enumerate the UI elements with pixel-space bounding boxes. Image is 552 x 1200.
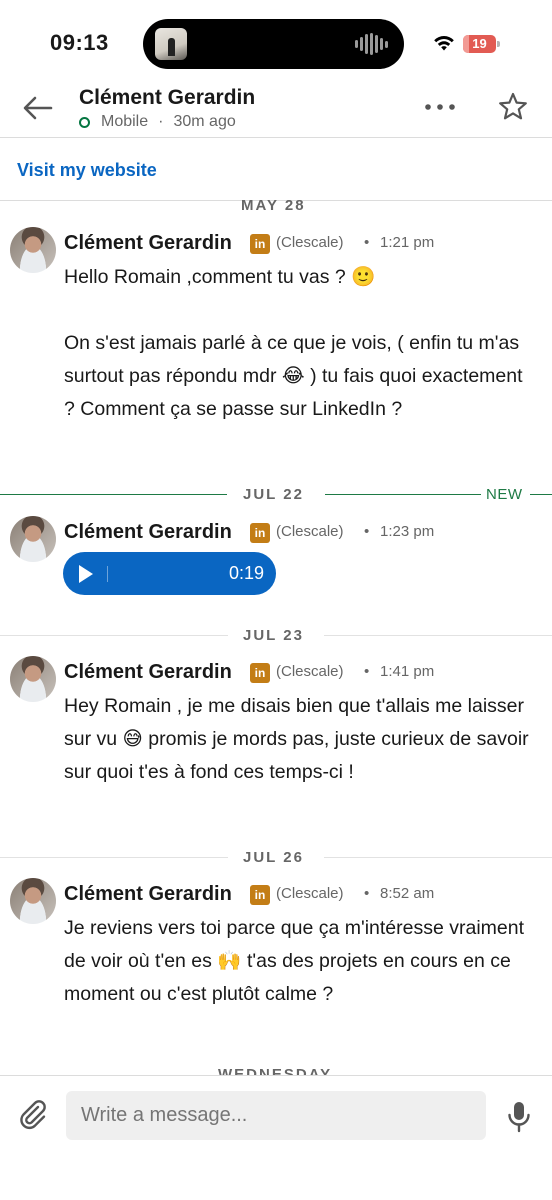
compose-bar bbox=[0, 1075, 552, 1200]
message-time: 8:52 am bbox=[380, 885, 435, 902]
dynamic-island[interactable] bbox=[143, 19, 404, 69]
message-body: Hello Romain ,comment tu vas ? 🙂 On s'es… bbox=[64, 261, 534, 426]
sender-alias: (Clescale) bbox=[276, 523, 344, 540]
sender-alias: (Clescale) bbox=[276, 234, 344, 251]
battery-level: 19 bbox=[472, 36, 487, 51]
new-messages-label: NEW bbox=[486, 486, 523, 503]
date-label: JUL 23 bbox=[243, 627, 304, 644]
contact-name[interactable]: Clément Gerardin bbox=[79, 86, 255, 110]
date-separator-may28: MAY 28 bbox=[0, 197, 552, 218]
date-label: JUL 26 bbox=[243, 849, 304, 866]
voice-progress-bar[interactable] bbox=[107, 566, 108, 582]
presence-last-seen: 30m ago bbox=[173, 113, 236, 130]
message-paragraph: Hey Romain , je me disais bien que t'all… bbox=[64, 695, 529, 783]
voice-message-player[interactable]: 0:19 bbox=[63, 552, 276, 595]
meta-separator: • bbox=[364, 234, 370, 251]
linkedin-premium-badge-icon: in bbox=[250, 663, 270, 683]
online-status-icon bbox=[79, 116, 90, 128]
presence-status: Mobile · 30m ago bbox=[79, 113, 236, 131]
avatar[interactable] bbox=[10, 516, 56, 562]
presence-separator: · bbox=[158, 113, 164, 130]
voice-duration: 0:19 bbox=[228, 563, 264, 583]
date-label: MAY 28 bbox=[241, 197, 306, 214]
status-bar: 09:13 19 bbox=[0, 0, 552, 88]
visit-website-link[interactable]: Visit my website bbox=[17, 160, 157, 181]
message-body: Je reviens vers toi parce que ça m'intér… bbox=[64, 912, 534, 1011]
message-time: 1:21 pm bbox=[380, 234, 435, 251]
avatar[interactable] bbox=[10, 656, 56, 702]
sender-alias: (Clescale) bbox=[276, 663, 344, 680]
linkedin-premium-badge-icon: in bbox=[250, 523, 270, 543]
message-body: Hey Romain , je me disais bien que t'all… bbox=[64, 690, 534, 789]
conversation-header: Clément Gerardin Mobile · 30m ago bbox=[0, 80, 552, 138]
message-paragraph: Je reviens vers toi parce que ça m'intér… bbox=[64, 917, 525, 1005]
audio-waveform-icon bbox=[355, 33, 388, 55]
message-time: 1:23 pm bbox=[380, 523, 435, 540]
date-separator-jul22: JUL 22 NEW bbox=[0, 484, 552, 504]
battery-indicator: 19 bbox=[463, 35, 496, 53]
wifi-icon bbox=[434, 36, 454, 51]
now-playing-artwork bbox=[155, 28, 187, 60]
more-icon[interactable] bbox=[423, 100, 457, 114]
star-icon[interactable] bbox=[497, 91, 529, 123]
presence-device: Mobile bbox=[101, 113, 149, 130]
message-time: 1:41 pm bbox=[380, 663, 435, 680]
play-icon[interactable] bbox=[79, 565, 93, 583]
date-separator-jul23: JUL 23 bbox=[0, 625, 552, 645]
meta-separator: • bbox=[364, 523, 370, 540]
avatar[interactable] bbox=[10, 227, 56, 273]
battery-fill bbox=[463, 35, 470, 53]
paperclip-icon[interactable] bbox=[16, 1098, 50, 1132]
sender-name[interactable]: Clément Gerardin bbox=[64, 232, 232, 255]
date-label: JUL 22 bbox=[243, 486, 304, 503]
sender-name[interactable]: Clément Gerardin bbox=[64, 521, 232, 544]
linkedin-premium-badge-icon: in bbox=[250, 885, 270, 905]
linkedin-premium-badge-icon: in bbox=[250, 234, 270, 254]
sender-alias: (Clescale) bbox=[276, 885, 344, 902]
message-paragraph: Hello Romain ,comment tu vas ? 🙂 bbox=[64, 266, 376, 288]
sender-name[interactable]: Clément Gerardin bbox=[64, 883, 232, 906]
message-paragraph: On s'est jamais parlé à ce que je vois, … bbox=[64, 332, 523, 420]
date-separator-jul26: JUL 26 bbox=[0, 847, 552, 867]
meta-separator: • bbox=[364, 663, 370, 680]
status-time: 09:13 bbox=[50, 30, 109, 55]
header-divider bbox=[0, 137, 552, 138]
back-arrow-icon[interactable] bbox=[18, 92, 58, 124]
battery-nub bbox=[497, 41, 500, 47]
meta-separator: • bbox=[364, 885, 370, 902]
microphone-icon[interactable] bbox=[506, 1100, 532, 1134]
sender-name[interactable]: Clément Gerardin bbox=[64, 661, 232, 684]
message-input[interactable] bbox=[66, 1091, 486, 1140]
avatar[interactable] bbox=[10, 878, 56, 924]
